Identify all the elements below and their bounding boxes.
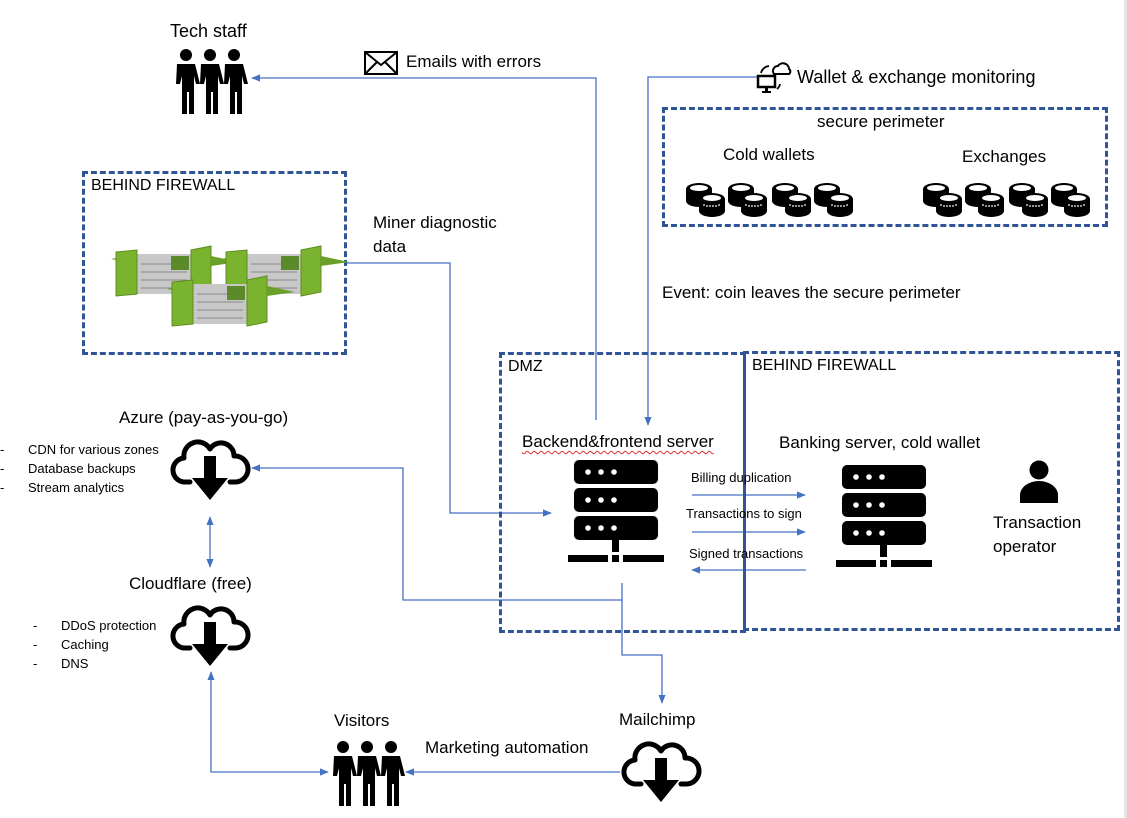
mailchimp-cloud-download-icon (621, 742, 703, 804)
architecture-diagram: Tech staff Emails with errors Wallet & e… (0, 0, 1127, 818)
banking-label: Banking server, cold wallet (779, 433, 981, 452)
secure-perimeter-zone: secure perimeter Cold wallets Exchanges (662, 107, 1108, 227)
banking-server-icon (836, 465, 932, 567)
mailchimp-label: Mailchimp (619, 710, 696, 729)
cloudflare-label: Cloudflare (free) (129, 574, 252, 593)
marketing-label: Marketing automation (425, 738, 589, 757)
miner-data-label: Miner diagnostic data (373, 211, 497, 259)
mining-containers-image (111, 245, 350, 327)
cloudflare-feature-item: - Caching (33, 637, 109, 652)
event-label: Event: coin leaves the secure perimeter (662, 283, 961, 302)
operator-label-line1: Transaction (993, 513, 1082, 532)
tech-staff-label: Tech staff (170, 21, 247, 41)
miners-zone-title: BEHIND FIREWALL (91, 177, 236, 194)
azure-cloud-download-icon (170, 439, 251, 500)
cold-wallets-coin-stacks-icon (686, 183, 853, 217)
cloudflare-feature-item: - DDoS protection (33, 618, 157, 633)
backend-server-icon (568, 460, 664, 562)
envelope-icon (364, 51, 398, 75)
people-group-icon (176, 49, 248, 114)
cloudflare-feature-item: - DNS (33, 656, 89, 671)
azure-feature-item: - Stream analytics (0, 480, 125, 495)
monitor-cloud-sync-icon (756, 62, 792, 93)
miner-data-label-line1: Miner diagnostic (373, 213, 497, 232)
secure-perimeter-title: secure perimeter (817, 112, 945, 131)
to-sign-label: Transactions to sign (686, 506, 802, 521)
visitors-label: Visitors (334, 711, 390, 730)
azure-label: Azure (pay-as-you-go) (119, 408, 289, 427)
backend-label-text: Backend&frontend server (522, 432, 714, 451)
visitors-people-group-icon (333, 741, 405, 806)
azure-feature-item: - CDN for various zones (0, 442, 159, 457)
cloudflare-feature-list: - DDoS protection - Caching - DNS (33, 616, 156, 673)
azure-feature-list: - CDN for various zones - Database backups… (0, 440, 159, 497)
miners-firewall-zone: BEHIND FIREWALL (82, 171, 350, 355)
monitoring-label: Wallet & exchange monitoring (797, 67, 1036, 87)
exchanges-coin-stacks-icon (923, 183, 1090, 217)
operator-label: Transaction operator (993, 511, 1081, 559)
operator-label-line2: operator (993, 537, 1057, 556)
banking-zone-title: BEHIND FIREWALL (752, 357, 897, 374)
billing-label: Billing duplication (691, 470, 792, 485)
exchanges-label: Exchanges (962, 147, 1047, 166)
cold-wallets-label: Cold wallets (723, 145, 815, 164)
backend-label: Backend&frontend server (522, 432, 714, 452)
dmz-title: DMZ (508, 358, 543, 375)
user-icon (1020, 460, 1058, 503)
cloudflare-visitors-connector (207, 671, 329, 776)
miner-data-label-line2: data (373, 237, 407, 256)
signed-label: Signed transactions (689, 546, 804, 561)
azure-feature-item: - Database backups (0, 461, 136, 476)
cloudflare-cloud-download-icon (170, 606, 252, 668)
emails-label: Emails with errors (406, 52, 542, 71)
